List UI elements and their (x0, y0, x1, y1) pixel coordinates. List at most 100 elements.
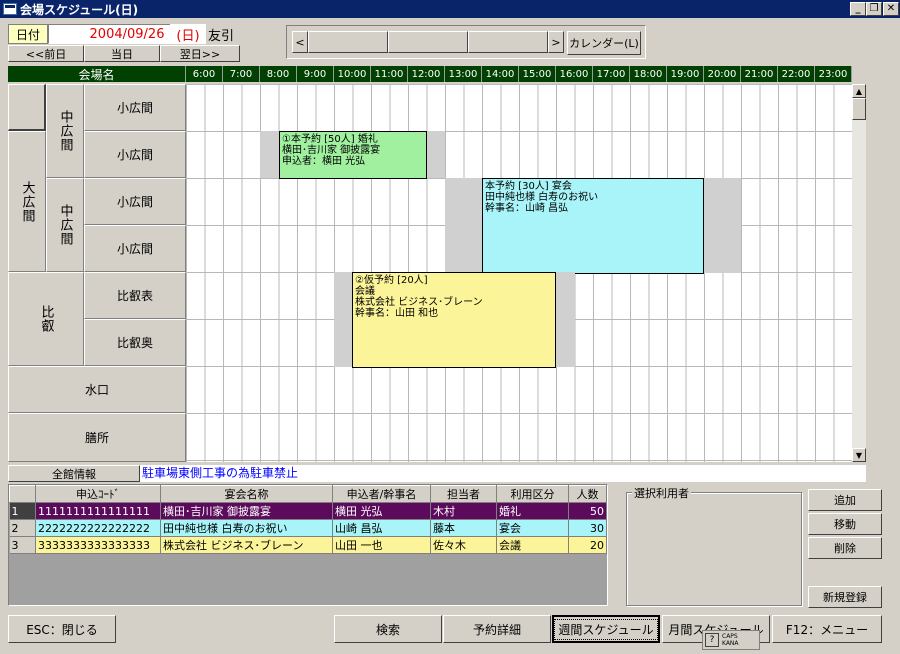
ime-toolbar[interactable]: ? CAPS KANA (702, 630, 760, 650)
info-tab[interactable]: 全館情報 (8, 465, 140, 482)
window-title: 会場スケジュール(日) (20, 2, 139, 17)
hall-mid2: 中広間 (46, 178, 84, 272)
table-row[interactable]: 1 1111111111111111 横田･吉川家 御披露宴 横田 光弘 木村 … (9, 502, 607, 520)
rokuyo-label: 友引 (208, 28, 235, 44)
hall-corner (8, 84, 46, 131)
scroller-segment[interactable] (468, 31, 548, 53)
room-name: 膳所 (84, 431, 109, 445)
row-no-header (9, 485, 36, 503)
cell-count: 20 (568, 536, 607, 554)
selected-users-label: 選択利用者 (632, 485, 691, 501)
room-row-1[interactable]: 小広間 (84, 84, 186, 131)
table-row[interactable]: 3 3333333333333333 株式会社 ビジネス･ブレーン 山田 一也 … (9, 536, 607, 554)
room-row-4[interactable]: 小広間 (84, 225, 186, 272)
scroll-left-button[interactable]: < (292, 31, 308, 53)
scroller-segment[interactable] (308, 31, 388, 53)
room-row-2[interactable]: 小広間 (84, 131, 186, 178)
calendar-button[interactable]: カレンダー(L) (567, 31, 641, 55)
prev-day-button[interactable]: <<前日 (8, 45, 84, 62)
weekday-value: (日) (170, 24, 206, 44)
hour-label: 13:00 (445, 66, 482, 82)
hall-mid1: 中広間 (46, 84, 84, 178)
room-row-8[interactable]: 膳所 (8, 413, 186, 462)
hour-label: 18:00 (630, 66, 667, 82)
booking-block[interactable]: ②仮予約 [20人] 会議 株式会社 ビジネス･ブレーン 幹事名：山田 和也 (352, 272, 556, 368)
cell-code: 2222222222222222 (35, 519, 161, 537)
room-label-panel: 大広間 中広間 中広間 比叡 小広間 小広間 小広間 小広間 比叡表 比叡奥 水… (8, 84, 186, 462)
scroller-track[interactable] (308, 31, 548, 53)
minimize-button[interactable]: _ (850, 2, 866, 16)
kana-indicator: KANA (722, 640, 739, 647)
hour-label: 21:00 (741, 66, 778, 82)
move-button[interactable]: 移動 (808, 513, 882, 535)
new-register-button[interactable]: 新規登録 (808, 586, 882, 608)
weekly-schedule-button[interactable]: 週間スケジュール (552, 615, 660, 643)
column-header[interactable]: 担当者 (430, 485, 497, 503)
scroll-down-button[interactable]: ▼ (852, 448, 866, 462)
scroll-right-button[interactable]: > (548, 31, 564, 53)
room-name: 比叡奥 (116, 336, 153, 350)
scroll-up-button[interactable]: ▲ (852, 84, 866, 98)
hour-label: 22:00 (778, 66, 815, 82)
booking-block[interactable]: ①本予約 [50人] 婚礼 横田･吉川家 御披露宴 申込者：横田 光弘 (279, 131, 427, 179)
cell-code: 3333333333333333 (35, 536, 161, 554)
room-row-7[interactable]: 水口 (8, 366, 186, 413)
scroller-segment[interactable] (388, 31, 468, 53)
menu-button[interactable]: F12：メニュー (772, 615, 882, 643)
column-header[interactable]: 宴会名称 (160, 485, 333, 503)
booking-block[interactable]: 本予約 [30人] 宴会 田中純也様 白寿のお祝い 幹事名：山崎 昌弘 (482, 178, 704, 274)
cell-staff: 藤本 (430, 519, 497, 537)
restore-button[interactable]: ❐ (866, 2, 882, 16)
hall-big: 大広間 (8, 131, 46, 272)
cell-count: 30 (568, 519, 607, 537)
hour-label: 17:00 (593, 66, 630, 82)
table-row[interactable]: 2 2222222222222222 田中純也様 白寿のお祝い 山崎 昌弘 藤本… (9, 519, 607, 537)
cell-name: 横田･吉川家 御披露宴 (160, 502, 333, 520)
cell-name: 株式会社 ビジネス･ブレーン (160, 536, 333, 554)
hour-label: 20:00 (704, 66, 741, 82)
cell-type: 婚礼 (496, 502, 569, 520)
room-name: 小広間 (116, 101, 153, 115)
app-icon (3, 3, 17, 15)
hour-header: 6:00 7:00 8:00 9:00 10:00 11:00 12:00 13:00 14:0… (186, 66, 852, 82)
hall-mid2-label: 中広間 (57, 204, 73, 246)
add-button[interactable]: 追加 (808, 489, 882, 511)
room-row-3[interactable]: 小広間 (84, 178, 186, 225)
column-header[interactable]: 利用区分 (496, 485, 569, 503)
row-no: 1 (9, 502, 36, 520)
reservation-table[interactable]: 申込ｺｰﾄﾞ 宴会名称 申込者/幹事名 担当者 利用区分 人数 1 111111… (8, 484, 608, 606)
today-button[interactable]: 当日 (84, 45, 160, 62)
delete-button[interactable]: 削除 (808, 537, 882, 559)
hall-hiei: 比叡 (8, 272, 84, 366)
cell-count: 50 (568, 502, 607, 520)
room-row-6[interactable]: 比叡奥 (84, 319, 186, 366)
next-day-button[interactable]: 翌日>> (160, 45, 240, 62)
close-button[interactable]: ✕ (883, 2, 899, 16)
column-header[interactable]: 人数 (568, 485, 607, 503)
ime-help-icon[interactable]: ? (705, 633, 719, 647)
column-header[interactable]: 申込者/幹事名 (332, 485, 431, 503)
title-bar: 会場スケジュール(日) (0, 0, 900, 18)
hour-label: 9:00 (297, 66, 334, 82)
cell-applicant: 山田 一也 (332, 536, 431, 554)
column-header[interactable]: 申込ｺｰﾄﾞ (35, 485, 161, 503)
schedule-grid[interactable]: ①本予約 [50人] 婚礼 横田･吉川家 御披露宴 申込者：横田 光弘 本予約 … (186, 84, 852, 462)
cell-staff: 佐々木 (430, 536, 497, 554)
hour-label: 8:00 (260, 66, 297, 82)
room-row-5[interactable]: 比叡表 (84, 272, 186, 319)
room-name: 水口 (84, 383, 109, 397)
hour-label: 19:00 (667, 66, 704, 82)
cell-type: 宴会 (496, 519, 569, 537)
esc-close-button[interactable]: ESC：閉じる (8, 615, 116, 643)
selected-users-group (626, 492, 802, 606)
reservation-detail-button[interactable]: 予約詳細 (443, 615, 551, 643)
hour-label: 6:00 (186, 66, 223, 82)
hour-label: 16:00 (556, 66, 593, 82)
grid-scrollbar[interactable]: ▲ ▼ (852, 84, 866, 462)
scroll-thumb[interactable] (852, 98, 866, 120)
hour-label: 23:00 (815, 66, 852, 82)
hour-label: 14:00 (482, 66, 519, 82)
caps-indicator: CAPS (722, 633, 738, 640)
cell-applicant: 山崎 昌弘 (332, 519, 431, 537)
search-button[interactable]: 検索 (334, 615, 442, 643)
